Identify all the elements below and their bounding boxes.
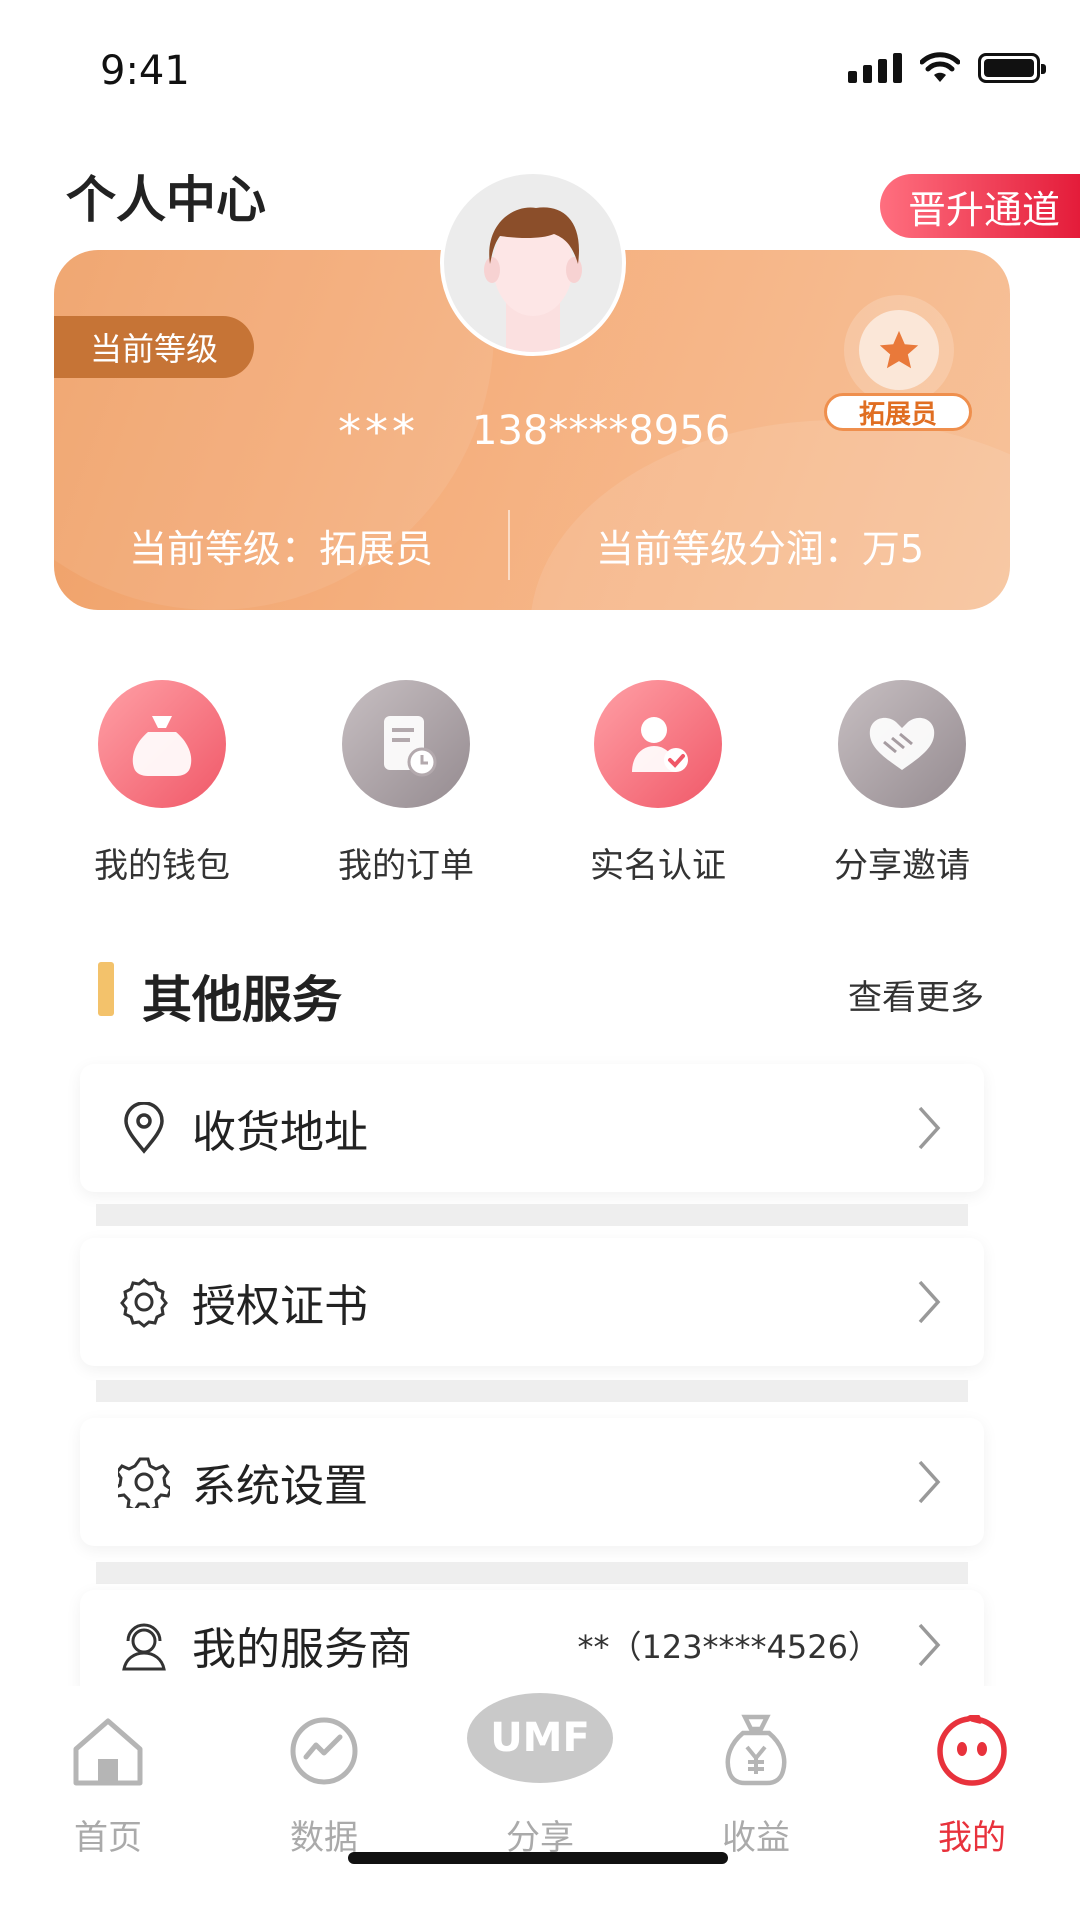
quick-action-orders[interactable]: 我的订单 [286,680,526,887]
service-row-settings[interactable]: 系统设置 [80,1418,984,1546]
view-more-link[interactable]: 查看更多 [848,970,984,1019]
umf-share-icon: UMF [467,1693,613,1783]
signal-icon [848,53,902,83]
tab-share[interactable]: UMF 分享 [432,1693,648,1859]
quick-action-label: 分享邀请 [834,846,970,886]
chevron-right-icon [918,1623,941,1667]
service-provider-value: **（123****4526） [577,1628,880,1666]
money-bag-icon [132,716,192,776]
profit-info: 当前等级分润：万5 [595,527,925,571]
service-row-label: 系统设置 [192,1461,368,1512]
profile-face-icon [937,1715,1007,1786]
promotion-channel-button[interactable]: 晋升通道 [880,174,1080,238]
user-phone: 138****8956 [472,408,731,454]
tab-earnings[interactable]: 收益 [648,1706,864,1859]
row-separator [96,1204,968,1226]
home-icon [73,1718,143,1786]
quick-action-verification[interactable]: 实名认证 [538,680,778,887]
service-row-address[interactable]: 收货地址 [80,1064,984,1192]
badge-label: 拓展员 [824,393,972,431]
quick-action-label: 我的钱包 [94,846,230,886]
certificate-icon [120,1278,168,1328]
battery-icon [978,53,1046,83]
service-row-certificate[interactable]: 授权证书 [80,1238,984,1366]
level-badge: 拓展员 [824,295,974,445]
tab-label: 我的 [938,1818,1006,1858]
headset-user-icon [122,1623,166,1671]
chart-icon [290,1717,358,1785]
user-name: *** [338,405,419,459]
quick-action-invite[interactable]: 分享邀请 [782,680,1022,887]
quick-action-wallet[interactable]: 我的钱包 [42,680,282,887]
section-title: 其他服务 [142,971,342,1029]
service-row-label: 我的服务商 [192,1624,412,1675]
row-separator [96,1562,968,1584]
verified-user-icon [632,717,688,772]
page-title: 个人中心 [66,171,266,229]
avatar[interactable] [440,170,626,356]
status-icons [848,52,1046,84]
service-row-label: 授权证书 [192,1281,368,1332]
quick-action-label: 实名认证 [590,846,726,886]
tab-home[interactable]: 首页 [0,1706,216,1859]
handshake-icon [869,717,935,770]
wifi-icon [920,52,960,82]
yen-bag-icon [725,1714,787,1786]
level-info: 当前等级：拓展员 [128,527,433,571]
status-time: 9:41 [100,48,190,94]
service-row-label: 收货地址 [192,1107,368,1158]
order-document-icon [384,716,437,777]
quick-action-label: 我的订单 [338,846,474,886]
tab-label: 首页 [74,1818,142,1858]
tab-mine[interactable]: 我的 [864,1706,1080,1859]
star-icon [879,330,919,369]
current-level-tag: 当前等级 [54,316,254,378]
chevron-right-icon [918,1460,941,1504]
tab-data[interactable]: 数据 [216,1706,432,1859]
location-pin-icon [124,1102,164,1154]
bottom-tab-bar: 首页 数据 UMF 分享 收益 我的 [0,1686,1080,1920]
row-separator [96,1380,968,1402]
chevron-right-icon [918,1106,941,1150]
chevron-right-icon [918,1280,941,1324]
service-row-provider[interactable]: 我的服务商 **（123****4526） [80,1590,984,1700]
section-accent-bar [98,962,114,1016]
gear-icon [118,1457,170,1508]
home-indicator [348,1852,728,1864]
user-avatar-icon [484,207,582,352]
